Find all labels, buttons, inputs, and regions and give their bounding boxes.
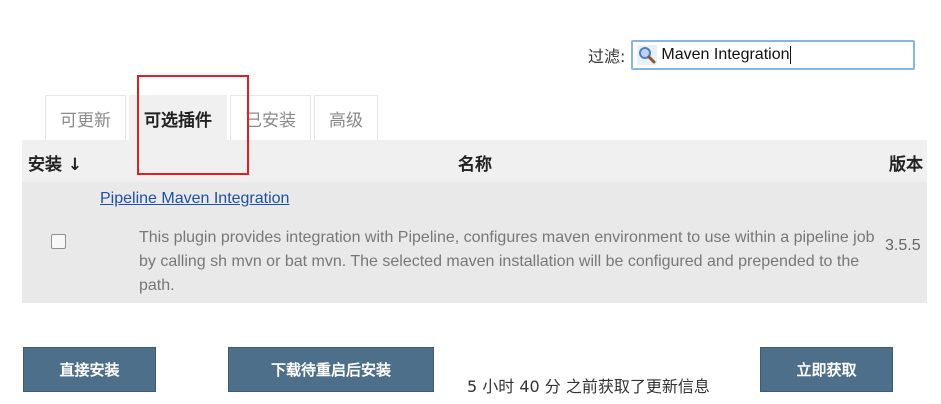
tab-advanced[interactable]: 高级 [314, 95, 378, 140]
tab-available[interactable]: 可选插件 [129, 95, 227, 140]
install-checkbox[interactable] [51, 234, 66, 249]
filter-label: 过滤: [588, 47, 626, 66]
filter-input[interactable]: Maven Integration [631, 40, 916, 70]
plugin-description: This plugin provides integration with Pi… [139, 229, 875, 294]
column-header-install[interactable]: 安装 ↓ [28, 150, 82, 175]
download-restart-button[interactable]: 下载待重启后安装 [228, 347, 434, 392]
tab-updates[interactable]: 可更新 [45, 95, 126, 140]
filter-bar: 过滤: Maven Integration [588, 40, 916, 70]
search-icon [637, 45, 658, 65]
filter-value: Maven Integration [661, 46, 790, 63]
tab-installed[interactable]: 已安装 [230, 95, 311, 140]
plugin-version: 3.5.5 [885, 237, 921, 254]
column-header-name[interactable]: 名称 [458, 150, 492, 175]
table-header: 安装 ↓ 名称 版本 [22, 140, 927, 182]
column-header-version[interactable]: 版本 [889, 150, 923, 175]
fetch-now-button[interactable]: 立即获取 [760, 347, 893, 392]
plugin-tabs: 可更新 可选插件 已安装 高级 [45, 95, 381, 140]
install-now-button[interactable]: 直接安装 [23, 347, 156, 392]
plugin-name-link[interactable]: Pipeline Maven Integration [100, 190, 289, 208]
table-row: Pipeline Maven Integration This plugin p… [22, 182, 927, 303]
update-info-text: 5 小时 40 分 之前获取了更新信息 [467, 377, 710, 396]
text-caret [790, 46, 792, 64]
